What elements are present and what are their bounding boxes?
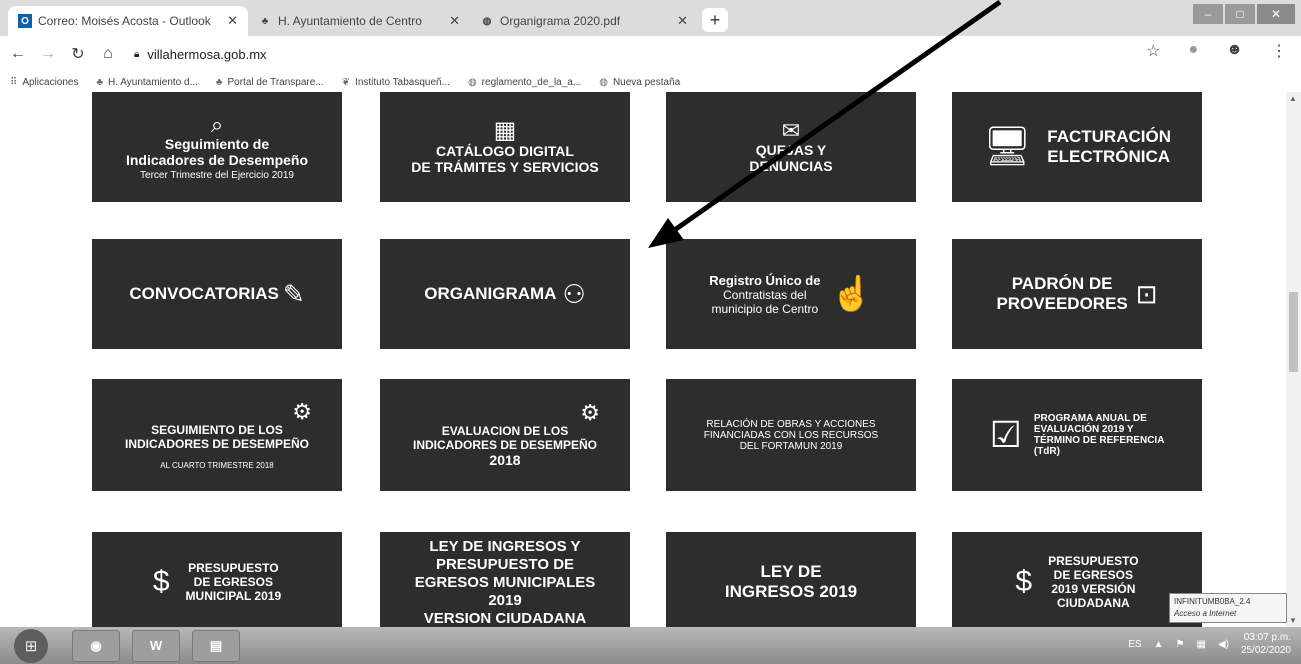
tab-title: Correo: Moisés Acosta - Outlook [38, 14, 211, 28]
bookmark-instituto[interactable]: ❦ Instituto Tabasqueñ... [342, 77, 450, 88]
clipboard-gear-icon: ⚙ [580, 400, 600, 425]
document-grid-icon: ▦ [493, 117, 517, 144]
forward-icon[interactable]: → [36, 42, 60, 66]
reload-icon[interactable]: ↻ [66, 42, 90, 66]
lock-icon: 🔒︎ [134, 48, 140, 60]
tile-seguimiento-indicadores-2019[interactable]: ⌕ Seguimiento de Indicadores de Desempeñ… [92, 92, 342, 202]
scroll-up-icon[interactable]: ▲ [1289, 94, 1297, 103]
minimize-icon[interactable]: – [1193, 4, 1223, 24]
tile-ley-ingresos-2019[interactable]: LEY DE INGRESOS 2019 [666, 532, 916, 627]
flag-icon[interactable]: ⚑ [1175, 639, 1184, 650]
network-tooltip: INFINITUMB0BA_2.4 Acceso a Internet [1169, 593, 1287, 623]
word-taskbar-icon[interactable]: W [132, 629, 180, 662]
volume-icon[interactable]: ◀) [1218, 639, 1229, 650]
address-bar: ← → ↻ ⌂ 🔒︎ villahermosa.gob.mx ☆ ● ☻ ⋮ [0, 36, 1301, 72]
tab-strip: O Correo: Moisés Acosta - Outlook ✕ ♣ H.… [0, 0, 1301, 36]
megaphone-icon: ✉ [781, 118, 801, 143]
tab-title: H. Ayuntamiento de Centro [278, 14, 422, 28]
chrome-taskbar-icon[interactable]: ◉ [72, 629, 120, 662]
bookmark-nueva-pestana[interactable]: ◍ Nueva pestaña [599, 77, 680, 88]
system-tray: ES ▲ ⚑ ▦ ◀) 03:07 p.m. 25/02/2020 [1128, 631, 1291, 657]
tile-evaluacion-indicadores-2018[interactable]: ⚙ EVALUACION DE LOS INDICADORES DE DESEM… [380, 379, 630, 491]
tile-facturacion-electronica[interactable]: 🖥︎ FACTURACIÓN ELECTRÓNICA [952, 92, 1202, 202]
globe-icon: ◍ [482, 15, 492, 27]
url-text: villahermosa.gob.mx [147, 46, 267, 62]
close-window-icon[interactable]: ✕ [1257, 4, 1295, 24]
tab-outlook[interactable]: O Correo: Moisés Acosta - Outlook ✕ [8, 6, 248, 36]
tile-programa-anual-evaluacion[interactable]: ☑ PROGRAMA ANUAL DE EVALUACIÓN 2019 Y TÉ… [952, 379, 1202, 491]
tile-presupuesto-egresos-2019[interactable]: $ PRESUPUESTO DE EGRESOS MUNICIPAL 2019 [92, 532, 342, 627]
document-edit-icon: ✎ [282, 279, 305, 309]
tile-quejas-denuncias[interactable]: ✉ QUEJAS Y DENUNCIAS [666, 92, 916, 202]
tile-seguimiento-cuarto-trimestre[interactable]: ⚙ SEGUIMIENTO DE LOS INDICADORES DE DESE… [92, 379, 342, 491]
profile-icon[interactable]: ☻ [1226, 41, 1243, 61]
tile-registro-contratistas[interactable]: Registro Único de Contratistas del munic… [666, 239, 916, 349]
url-field[interactable]: 🔒︎ villahermosa.gob.mx [134, 41, 267, 67]
bookmark-apps[interactable]: ⠿ Aplicaciones [10, 77, 78, 88]
close-tab-icon[interactable]: ✕ [227, 13, 238, 29]
computer-icon: 🖥︎ [983, 126, 1032, 168]
show-hidden-icons-icon[interactable]: ▲ [1154, 639, 1164, 650]
toolbar-actions: ☆ ● ☻ ⋮ [1146, 41, 1287, 61]
palm-icon: ♣ [261, 15, 269, 27]
bookmark-reglamento[interactable]: ◍ reglamento_de_la_a... [468, 77, 581, 88]
windows-start-icon[interactable]: ⊞ [14, 628, 48, 663]
palm-icon: ♣ [96, 76, 104, 88]
tile-relacion-obras-fortamun[interactable]: RELACIÓN DE OBRAS Y ACCIONES FINANCIADAS… [666, 379, 916, 491]
close-tab-icon[interactable]: ✕ [449, 13, 460, 29]
tile-convocatorias[interactable]: CONVOCATORIAS ✎ [92, 239, 342, 349]
menu-icon[interactable]: ⋮ [1271, 41, 1287, 61]
globe-icon: ◍ [467, 76, 477, 88]
box-hand-icon: ⊡ [1135, 279, 1158, 309]
bookmarks-bar: ⠿ Aplicaciones ♣ H. Ayuntamiento d... ♣ Por… [0, 72, 1301, 92]
new-tab-button[interactable]: + [702, 8, 728, 32]
taskbar: ⊞ ◉ W ▤ ES ▲ ⚑ ▦ ◀) 03:07 p.m. 25/02/202… [0, 627, 1301, 664]
clipboard-gear-icon: ⚙ [292, 398, 312, 424]
tile-presupuesto-version-ciudadana[interactable]: $ PRESUPUESTO DE EGRESOS 2019 VERSIÓN CI… [952, 532, 1202, 627]
tile-organigrama[interactable]: ORGANIGRAMA ⚇ [380, 239, 630, 349]
home-icon[interactable]: ⌂ [96, 42, 120, 66]
org-chart-icon: ⚇ [562, 279, 586, 309]
monitor-search-icon: ⌕ [210, 111, 224, 137]
clipboard-check-icon: ☑ [989, 414, 1022, 455]
hand-pointer-icon: ☝ [830, 275, 873, 313]
page-content: ⌕ Seguimiento de Indicadores de Desempeñ… [0, 92, 1286, 627]
bookmark-transparencia[interactable]: ♣ Portal de Transpare... [216, 77, 324, 88]
network-icon[interactable]: ▦ [1196, 639, 1205, 650]
language-indicator[interactable]: ES [1128, 639, 1141, 650]
tab-organigrama-pdf[interactable]: ◍ Organigrama 2020.pdf ✕ [470, 6, 698, 36]
page-scrollbar[interactable]: ▲ ▼ [1286, 92, 1301, 627]
file-explorer-taskbar-icon[interactable]: ▤ [192, 629, 240, 662]
money-hand-icon: $ [1015, 565, 1033, 598]
extension-icon[interactable]: ● [1188, 41, 1198, 61]
apps-grid-icon: ⠿ [10, 76, 18, 88]
close-tab-icon[interactable]: ✕ [677, 13, 688, 29]
clock[interactable]: 03:07 p.m. 25/02/2020 [1241, 631, 1291, 657]
tile-padron-proveedores[interactable]: PADRÓN DE PROVEEDORES ⊡ [952, 239, 1202, 349]
outlook-icon: O [18, 14, 32, 28]
palm-icon: ♣ [215, 76, 223, 88]
window-controls: – □ ✕ [1193, 4, 1295, 24]
tile-ley-ingresos-presupuesto[interactable]: LEY DE INGRESOS Y PRESUPUESTO DE EGRESOS… [380, 532, 630, 627]
tab-title: Organigrama 2020.pdf [500, 14, 621, 28]
money-hand-icon: $ [152, 565, 170, 598]
globe-icon: ◍ [599, 76, 608, 88]
bookmark-ayuntamiento[interactable]: ♣ H. Ayuntamiento d... [96, 77, 197, 88]
tab-ayuntamiento[interactable]: ♣ H. Ayuntamiento de Centro ✕ [248, 6, 470, 36]
leaf-icon: ❦ [341, 76, 351, 88]
scroll-down-icon[interactable]: ▼ [1289, 616, 1297, 625]
scrollbar-thumb[interactable] [1289, 292, 1298, 372]
tile-catalogo-digital[interactable]: ▦ CATÁLOGO DIGITAL DE TRÁMITES Y SERVICI… [380, 92, 630, 202]
star-icon[interactable]: ☆ [1146, 41, 1160, 61]
maximize-icon[interactable]: □ [1225, 4, 1255, 24]
back-icon[interactable]: ← [6, 42, 30, 66]
